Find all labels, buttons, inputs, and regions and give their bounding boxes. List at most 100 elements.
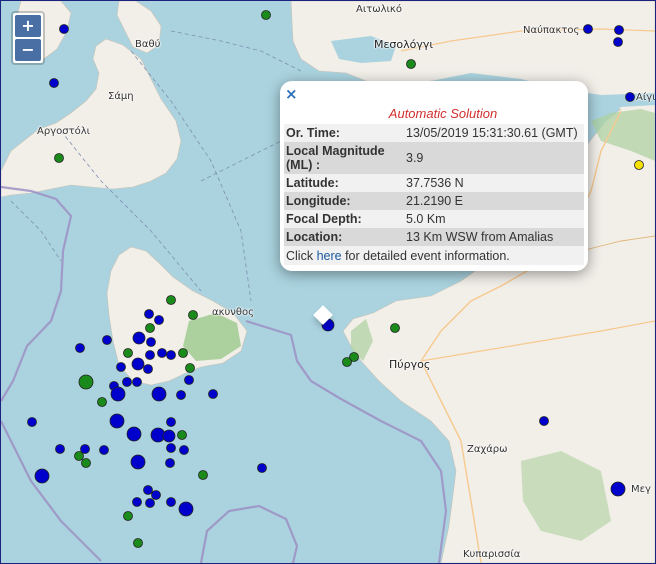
event-marker[interactable]	[145, 498, 155, 508]
label-location: Location:	[286, 230, 343, 244]
place-nafpaktos: Ναύπακτος	[523, 25, 580, 36]
event-marker[interactable]	[613, 37, 623, 47]
event-marker[interactable]	[75, 343, 85, 353]
event-marker[interactable]	[166, 497, 176, 507]
row-latitude: Latitude: 37.7536 N	[284, 174, 584, 192]
event-marker[interactable]	[99, 445, 109, 455]
event-marker[interactable]	[166, 295, 176, 305]
event-marker[interactable]	[81, 458, 91, 468]
event-marker[interactable]	[185, 363, 195, 373]
place-sami: Σάμη	[108, 91, 134, 102]
event-marker[interactable]	[166, 350, 176, 360]
event-marker[interactable]	[583, 24, 593, 34]
event-marker[interactable]	[130, 454, 146, 470]
detail-prefix: Click	[286, 249, 317, 263]
event-marker[interactable]	[178, 348, 188, 358]
event-marker[interactable]	[34, 468, 50, 484]
event-marker[interactable]	[390, 323, 400, 333]
place-aigio: Αίγι	[636, 92, 656, 103]
value-magnitude: 3.9	[406, 151, 424, 165]
event-marker[interactable]	[59, 24, 69, 34]
event-marker[interactable]	[261, 10, 271, 20]
event-details-table: Or. Time: 13/05/2019 15:31:30.61 (GMT) L…	[284, 124, 584, 265]
place-vathy: Βαθύ	[135, 39, 161, 50]
place-kyparissia: Κυπαρισσία	[463, 549, 521, 560]
event-marker[interactable]	[123, 511, 133, 521]
event-marker[interactable]	[166, 417, 176, 427]
event-marker[interactable]	[116, 362, 126, 372]
place-pyrgos: Πύργος	[389, 358, 431, 371]
event-marker[interactable]	[78, 374, 94, 390]
label-latitude: Latitude:	[286, 176, 339, 190]
event-marker[interactable]	[198, 470, 208, 480]
event-marker[interactable]	[539, 416, 549, 426]
value-longitude: 21.2190 E	[406, 194, 463, 208]
event-marker[interactable]	[146, 337, 156, 347]
event-marker[interactable]	[177, 430, 187, 440]
row-origin-time: Or. Time: 13/05/2019 15:31:30.61 (GMT)	[284, 124, 584, 142]
value-focal-depth: 5.0 Km	[406, 212, 446, 226]
event-marker[interactable]	[97, 397, 107, 407]
event-marker[interactable]	[122, 377, 132, 387]
event-marker[interactable]	[151, 490, 161, 500]
event-marker[interactable]	[123, 348, 133, 358]
row-magnitude: Local Magnitude (ML) : 3.9	[284, 142, 584, 174]
event-marker[interactable]	[132, 497, 142, 507]
event-marker[interactable]	[634, 160, 644, 170]
event-marker[interactable]	[145, 323, 155, 333]
event-marker[interactable]	[165, 458, 175, 468]
event-marker[interactable]	[109, 413, 125, 429]
event-marker[interactable]	[110, 386, 126, 402]
event-marker[interactable]	[257, 463, 267, 473]
event-popup: × Automatic Solution Or. Time: 13/05/201…	[280, 81, 588, 325]
detail-link[interactable]: here	[317, 249, 342, 263]
event-marker[interactable]	[184, 375, 194, 385]
event-marker[interactable]	[133, 538, 143, 548]
event-marker[interactable]	[166, 443, 176, 453]
event-marker[interactable]	[54, 153, 64, 163]
event-marker[interactable]	[610, 481, 626, 497]
event-marker[interactable]	[74, 451, 84, 461]
place-zakynthos: ακυνθος	[212, 307, 254, 318]
event-marker[interactable]	[625, 92, 635, 102]
event-marker[interactable]	[27, 417, 37, 427]
place-aitoliko: Αιτωλικό	[356, 4, 402, 15]
event-marker[interactable]	[143, 485, 153, 495]
zoom-out-button[interactable]: −	[15, 39, 41, 61]
event-marker[interactable]	[162, 429, 176, 443]
event-marker[interactable]	[154, 315, 164, 325]
event-marker[interactable]	[614, 25, 624, 35]
event-marker[interactable]	[144, 309, 154, 319]
event-marker[interactable]	[342, 357, 352, 367]
map-frame: Αιτωλικό Μεσολόγγι Ναύπακτος Βαθύ Σάμη Α…	[0, 0, 656, 564]
event-marker[interactable]	[145, 350, 155, 360]
detail-suffix: for detailed event information.	[341, 249, 510, 263]
event-marker[interactable]	[55, 444, 65, 454]
value-origin-time: 13/05/2019 15:31:30.61 (GMT)	[406, 126, 578, 140]
row-focal-depth: Focal Depth: 5.0 Km	[284, 210, 584, 228]
place-zacharo: Ζαχάρω	[467, 444, 508, 455]
event-marker[interactable]	[126, 426, 142, 442]
event-marker[interactable]	[179, 445, 189, 455]
event-marker[interactable]	[406, 59, 416, 69]
event-marker[interactable]	[188, 310, 198, 320]
label-longitude: Longitude:	[286, 194, 351, 208]
label-magnitude: Local Magnitude (ML) :	[286, 144, 385, 172]
event-marker[interactable]	[157, 348, 167, 358]
event-marker[interactable]	[49, 78, 59, 88]
zoom-control: + −	[11, 11, 45, 65]
event-marker[interactable]	[131, 357, 145, 371]
close-icon[interactable]: ×	[285, 86, 298, 102]
value-location: 13 Km WSW from Amalias	[406, 230, 554, 244]
event-marker[interactable]	[132, 331, 146, 345]
event-marker[interactable]	[178, 501, 194, 517]
event-marker[interactable]	[132, 377, 142, 387]
row-detail-link: Click here for detailed event informatio…	[284, 246, 584, 265]
event-marker[interactable]	[151, 386, 167, 402]
event-marker[interactable]	[176, 390, 186, 400]
row-longitude: Longitude: 21.2190 E	[284, 192, 584, 210]
event-marker[interactable]	[143, 364, 153, 374]
event-marker[interactable]	[208, 389, 218, 399]
event-marker[interactable]	[102, 335, 112, 345]
zoom-in-button[interactable]: +	[15, 15, 41, 37]
